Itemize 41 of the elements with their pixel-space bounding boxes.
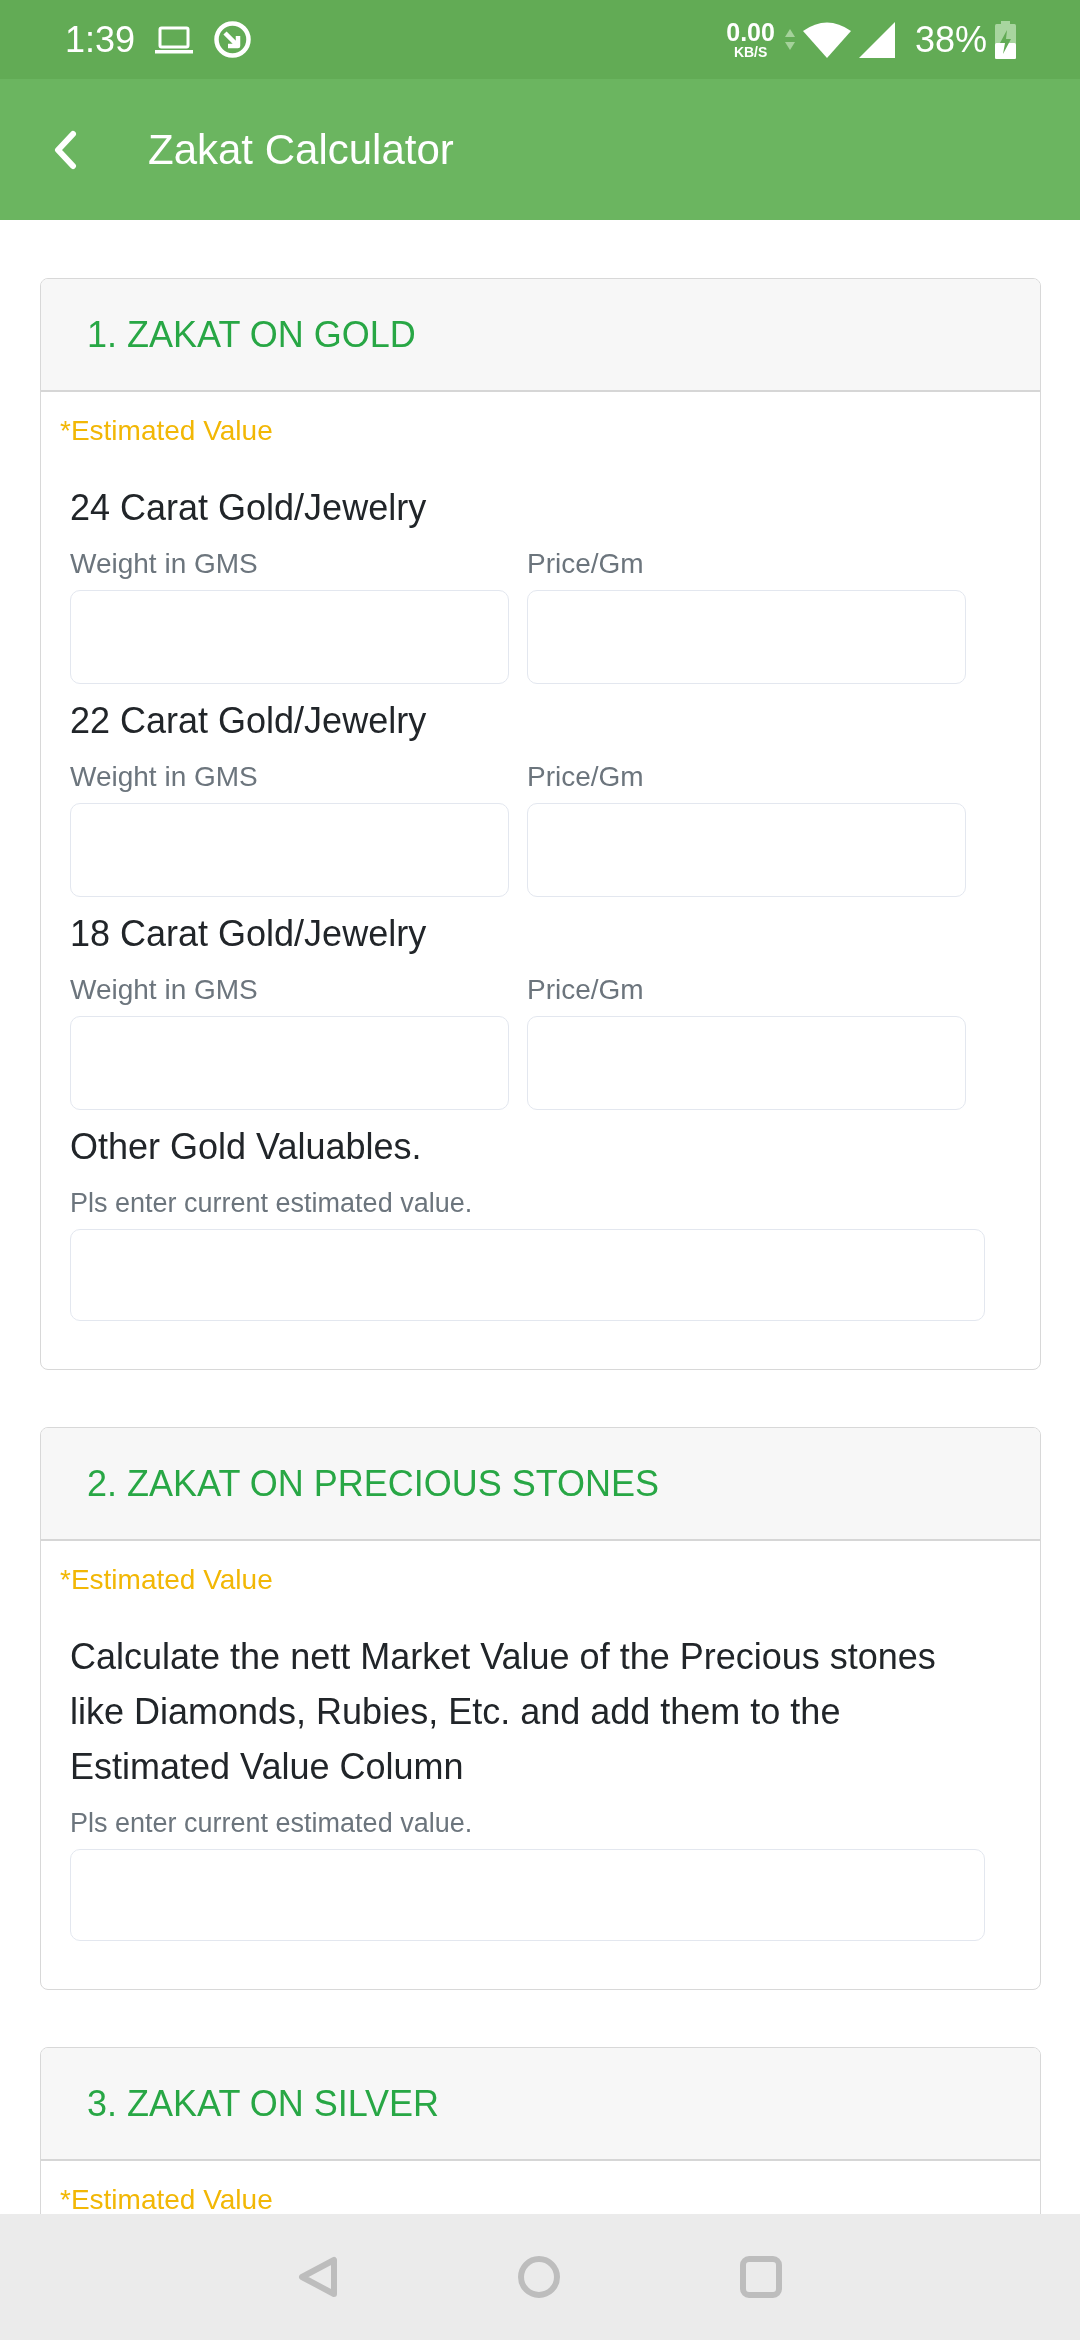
input-field[interactable] [70, 590, 509, 684]
input-field[interactable] [70, 1016, 509, 1110]
section-title: 2. ZAKAT ON PRECIOUS STONES [87, 1462, 660, 1505]
estimated-value-note: *Estimated Value [60, 414, 274, 448]
status-time: 1:39 [65, 19, 136, 60]
app-title: Zakat Calculator [148, 125, 454, 174]
field-label: Other Gold Valuables. [70, 1125, 423, 1169]
recents-icon[interactable] [740, 2256, 782, 2298]
battery-charging-icon [995, 20, 1016, 59]
field-label: 22 Carat Gold/Jewelry [70, 699, 428, 743]
field-caption: Price/Gm [527, 547, 645, 581]
input-field[interactable] [527, 1016, 966, 1110]
input-field[interactable] [70, 1849, 985, 1941]
signal-icon [858, 21, 895, 58]
wifi-icon [802, 21, 851, 58]
field-caption: Weight in GMS [70, 973, 259, 1007]
field-caption: Price/Gm [527, 760, 645, 794]
section-title: 1. ZAKAT ON GOLD [87, 313, 416, 356]
field-caption: Price/Gm [527, 973, 645, 1007]
battery-percent: 38% [914, 19, 987, 60]
section-title: 3. ZAKAT ON SILVER [87, 2082, 440, 2125]
field-caption: Weight in GMS [70, 760, 259, 794]
field-caption: Pls enter current estimated value. [70, 1807, 474, 1839]
input-field[interactable] [70, 803, 509, 897]
field-label: 18 Carat Gold/Jewelry [70, 912, 428, 956]
field-label: 24 Carat Gold/Jewelry [70, 486, 428, 530]
field-caption: Weight in GMS [70, 547, 259, 581]
field-label: Calculate the nett Market Value of the Precious stones like Diamonds, Rubies, Etc. and add them to the Estimated Value Column [70, 1635, 937, 1789]
estimated-value-note: *Estimated Value [60, 1563, 274, 1597]
transfer-arrows-icon [784, 28, 795, 51]
back-icon[interactable] [298, 2256, 338, 2298]
home-icon[interactable] [518, 2256, 560, 2298]
laptop-icon [155, 25, 194, 54]
estimated-value-note: *Estimated Value [60, 2183, 274, 2214]
net-speed-unit: KB/S [733, 44, 768, 60]
back-icon[interactable] [52, 129, 78, 170]
field-caption: Pls enter current estimated value. [70, 1187, 474, 1219]
net-speed-value: 0.00 [726, 19, 775, 45]
input-field[interactable] [527, 803, 966, 897]
input-field[interactable] [70, 1229, 985, 1321]
input-field[interactable] [527, 590, 966, 684]
